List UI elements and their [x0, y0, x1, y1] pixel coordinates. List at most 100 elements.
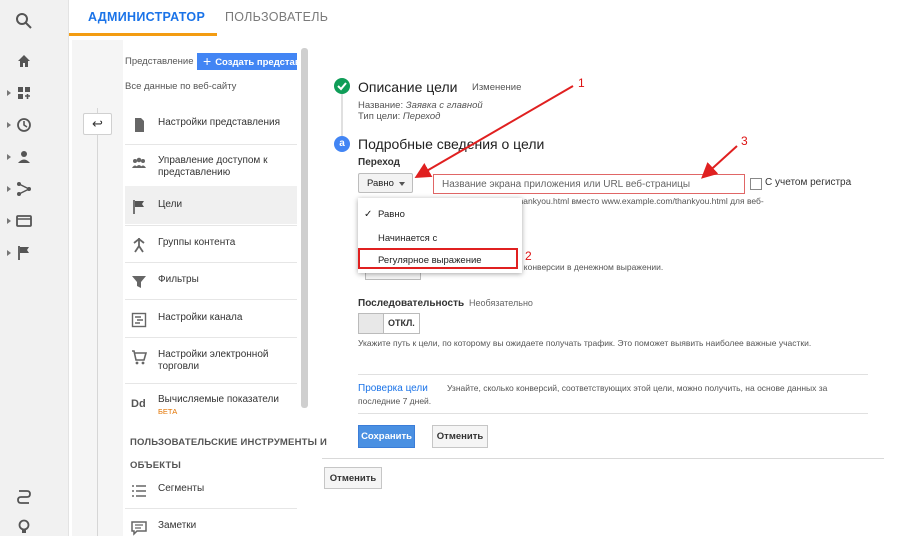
sequence-hint: Укажите путь к цели, по которому вы ожид… — [358, 338, 812, 348]
tab-user[interactable]: ПОЛЬЗОВАТЕЛЬ — [225, 10, 328, 24]
create-view-label: Создать представление — [215, 57, 297, 68]
goal-description-title: Описание цели — [358, 79, 458, 95]
cancel-goal-button[interactable]: Отменить — [324, 467, 382, 489]
match-type-select[interactable]: Равно — [358, 173, 413, 193]
case-sensitive-checkbox[interactable] — [750, 178, 762, 190]
divider — [358, 413, 868, 414]
goal-details-title: Подробные сведения о цели — [358, 136, 545, 152]
sidebar-item-label: Заметки — [158, 520, 197, 531]
verify-goal-link[interactable]: Проверка цели — [358, 383, 428, 394]
goal-type-value: Переход — [402, 111, 441, 122]
step-number-icon: a — [334, 136, 350, 152]
sidebar-item-label: Сегменты — [158, 483, 205, 494]
left-navigation-rail — [0, 0, 69, 536]
expand-arrow-icon[interactable] — [7, 250, 11, 256]
search-icon[interactable] — [15, 12, 33, 30]
annotation-number-2: 2 — [525, 249, 532, 263]
column-divider — [97, 108, 98, 536]
check-icon: ✓ — [364, 209, 373, 220]
display-icon[interactable] — [15, 212, 33, 230]
create-view-button[interactable]: +Создать представление — [197, 53, 297, 70]
sidebar-item-label: Настройки представления — [158, 117, 280, 128]
divider — [125, 262, 297, 263]
goal-name-label: Название: — [358, 100, 404, 111]
destination-input[interactable] — [433, 174, 745, 194]
tab-admin[interactable]: АДМИНИСТРАТОР — [88, 10, 205, 24]
sidebar-item-label: Настройки канала — [158, 312, 243, 323]
expand-arrow-icon[interactable] — [7, 154, 11, 160]
sequence-optional: Необязательно — [469, 298, 533, 308]
annotation-number-1: 1 — [578, 76, 585, 90]
edit-goal-description-link[interactable]: Изменение — [472, 82, 521, 93]
route-icon[interactable] — [15, 488, 33, 506]
walk-icon — [133, 237, 145, 253]
channel-icon — [131, 312, 147, 328]
sidebar-scrollbar[interactable] — [301, 48, 308, 408]
filter-icon — [132, 276, 146, 288]
user-icon[interactable] — [15, 148, 33, 166]
caret-down-icon — [399, 182, 405, 186]
step-connector — [341, 94, 343, 136]
expand-arrow-icon[interactable] — [7, 218, 11, 224]
active-tab-indicator — [69, 33, 217, 36]
notes-icon — [131, 521, 147, 536]
divider — [125, 508, 297, 509]
section-title: ПОЛЬЗОВАТЕЛЬСКИЕ ИНСТРУМЕНТЫ И — [130, 437, 328, 448]
match-type-value: Равно — [367, 178, 394, 189]
view-selector[interactable]: Все данные по веб-сайту — [125, 81, 236, 92]
expand-arrow-icon[interactable] — [7, 122, 11, 128]
lightbulb-icon[interactable] — [15, 518, 33, 536]
people-icon — [132, 157, 146, 168]
goal-name-value: Заявка с главной — [405, 100, 483, 111]
divider — [322, 458, 884, 459]
sidebar-item-label: Фильтры — [158, 274, 199, 285]
beta-badge: БЕТА — [158, 407, 178, 416]
sidebar-item-label: Цели — [158, 199, 183, 210]
branch-icon[interactable] — [15, 180, 33, 198]
clock-icon[interactable] — [15, 116, 33, 134]
toggle-knob — [359, 314, 384, 333]
case-sensitive-label: С учетом регистра — [765, 177, 852, 188]
goal-type-summary: Тип цели: Переход — [358, 111, 440, 122]
divider — [125, 383, 297, 384]
cancel-button[interactable]: Отменить — [432, 425, 488, 448]
sidebar-item-label: Группы контента — [158, 237, 236, 248]
annotation-arrow-3 — [701, 145, 738, 179]
plus-icon: + — [203, 53, 212, 69]
option-equals[interactable]: Равно — [378, 209, 405, 220]
divider — [125, 144, 297, 145]
svg-text:Dd: Dd — [131, 398, 146, 410]
regex-highlight-box — [358, 248, 518, 269]
dd-icon: Dd — [131, 398, 146, 410]
sequence-toggle[interactable]: ОТКЛ. — [358, 313, 420, 334]
divider — [125, 225, 297, 226]
section-title-cont: ОБЪЕКТЫ — [130, 460, 181, 471]
divider — [125, 337, 297, 338]
goal-type-label: Тип цели: — [358, 111, 401, 122]
annotation-number-3: 3 — [741, 134, 748, 148]
option-begins-with[interactable]: Начинается с — [378, 233, 437, 244]
cart-icon — [132, 350, 147, 365]
home-icon[interactable] — [15, 52, 33, 70]
expand-arrow-icon[interactable] — [7, 186, 11, 192]
save-button[interactable]: Сохранить — [358, 425, 415, 448]
sidebar-item-label: Управление доступом к представлению — [158, 155, 268, 178]
dashboard-icon[interactable] — [15, 84, 33, 102]
divider — [358, 374, 868, 375]
toggle-off-label: ОТКЛ. — [388, 318, 415, 328]
sidebar-item-label: Вычисляемые показатели — [158, 394, 279, 405]
back-button[interactable]: ↩ — [83, 113, 112, 135]
view-label: Представление — [125, 56, 194, 67]
segments-icon — [132, 485, 146, 497]
verify-goal-text-cont: последние 7 дней. — [358, 396, 432, 406]
expand-arrow-icon[interactable] — [7, 90, 11, 96]
page-icon — [135, 118, 144, 132]
step-complete-icon — [334, 78, 350, 94]
flag-icon[interactable] — [15, 244, 33, 262]
value-hint: ь конверсии в денежном выражении. — [517, 262, 664, 272]
sequence-label: Последовательность — [358, 298, 465, 309]
sidebar-item-label: Настройки электронной торговли — [158, 349, 269, 372]
verify-goal-text: Узнайте, сколько конверсий, соответствую… — [447, 383, 828, 393]
destination-label: Переход — [358, 157, 400, 168]
divider — [125, 299, 297, 300]
